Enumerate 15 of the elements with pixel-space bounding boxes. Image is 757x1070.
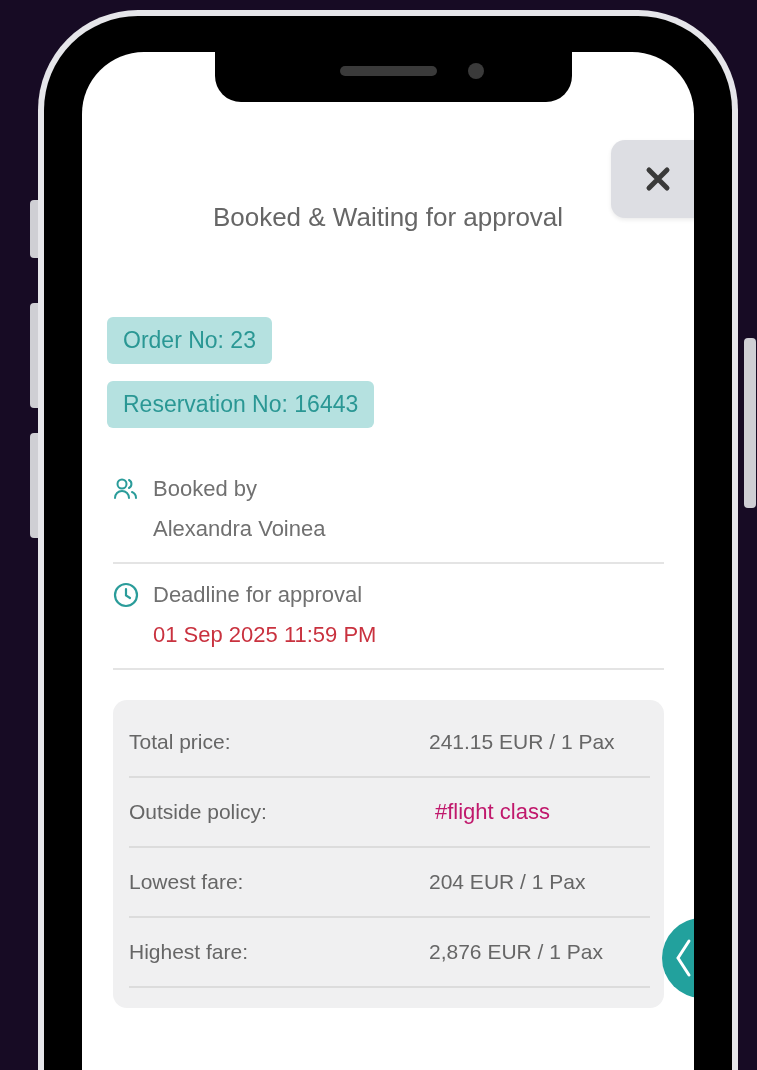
price-label: Outside policy: (129, 800, 268, 824)
price-label: Lowest fare: (129, 870, 245, 894)
policy-tag: #flight class (435, 799, 550, 825)
info-label: Deadline for approval (153, 582, 363, 608)
info-label: Booked by (153, 476, 257, 502)
price-value: 2,876 EUR / 1 Pax (429, 940, 603, 964)
info-value: 01 Sep 2025 11:59 PM (153, 622, 378, 648)
price-label: Highest fare: (129, 940, 250, 964)
status-title: Booked & Waiting for approval (211, 202, 565, 233)
price-label: Total price: (129, 730, 232, 754)
reference-tag: Order No: 23 (107, 317, 272, 364)
info-value: Alexandra Voinea (153, 516, 327, 542)
price-value: 204 EUR / 1 Pax (429, 870, 586, 894)
reference-tag: Reservation No: 16443 (107, 381, 375, 428)
price-value: 241.15 EUR / 1 Pax (429, 730, 615, 754)
